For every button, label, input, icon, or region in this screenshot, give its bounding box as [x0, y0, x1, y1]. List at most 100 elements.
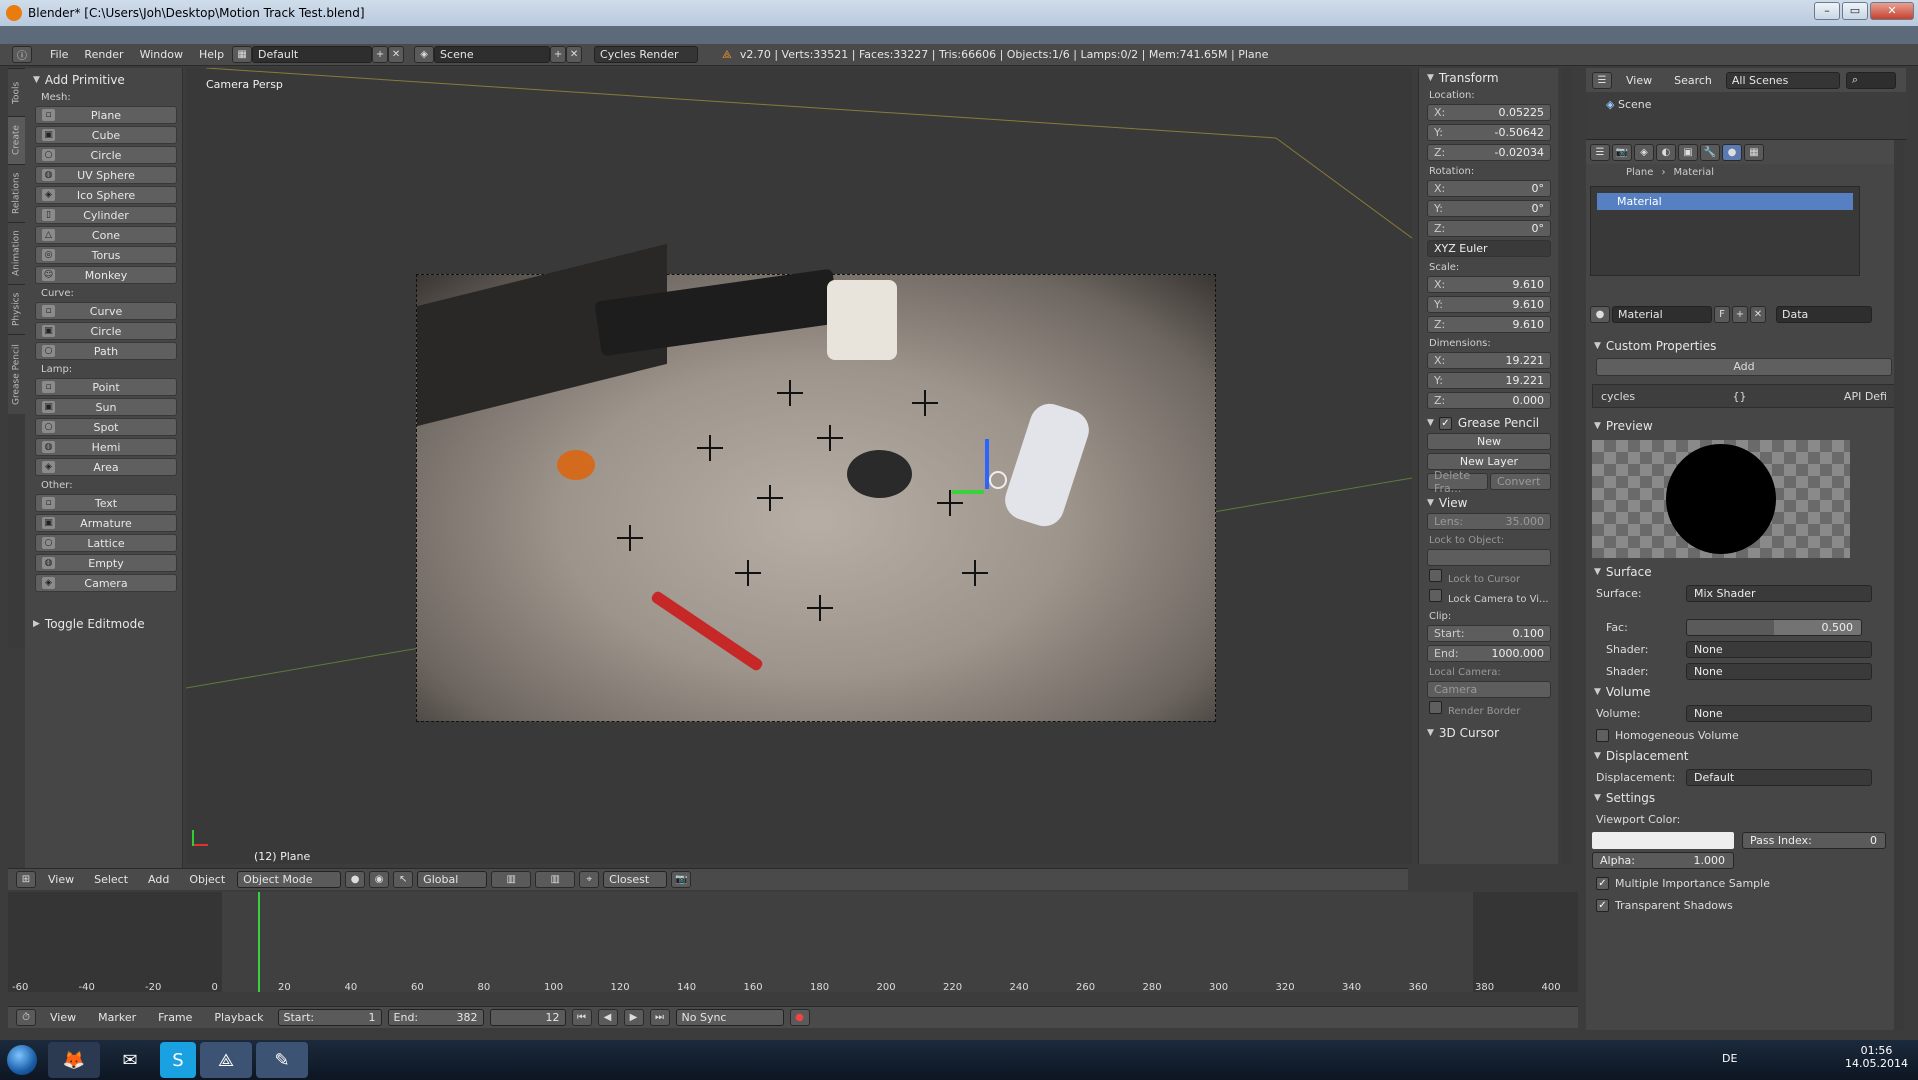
rotation-x-field[interactable]: X: 0°	[1427, 180, 1551, 197]
alpha-field[interactable]: Alpha: 1.000	[1592, 852, 1734, 869]
play-icon[interactable]: ▶	[623, 1009, 644, 1026]
outliner-scenes-dropdown[interactable]: All Scenes	[1725, 71, 1840, 89]
layers-icon-2[interactable]: ▥	[535, 871, 576, 888]
close-button[interactable]: ✕	[1870, 2, 1914, 20]
render-engine-dropdown[interactable]: Cycles Render	[594, 46, 699, 63]
3d-cursor-header[interactable]: ▼ 3D Cursor	[1419, 723, 1558, 743]
add-lattice-button[interactable]: ○ Lattice	[35, 534, 177, 552]
breadcrumb-plane[interactable]: Plane	[1626, 167, 1653, 178]
clip-start-field[interactable]: Start: 0.100	[1427, 625, 1551, 642]
render-border-row[interactable]: Render Border	[1419, 701, 1558, 717]
toggle-editmode-header[interactable]: ▶ Toggle Editmode	[25, 614, 182, 634]
sync-dropdown[interactable]: No Sync	[675, 1009, 784, 1026]
shading-icon[interactable]: ●	[345, 871, 366, 888]
transform-header[interactable]: ▼ Transform	[1419, 68, 1558, 88]
tab-tools[interactable]: Tools	[8, 68, 25, 116]
layout-icon[interactable]: ▦	[232, 46, 253, 63]
paint-icon[interactable]: ✎	[256, 1042, 308, 1078]
convert-button[interactable]: Convert	[1490, 473, 1551, 490]
shader2-dropdown[interactable]: None	[1686, 662, 1872, 680]
layout-add-icon[interactable]: +	[372, 46, 389, 63]
material-name-field[interactable]: Material	[1612, 306, 1712, 323]
properties-editor-icon[interactable]: ☰	[1590, 143, 1610, 161]
record-icon[interactable]: ●	[789, 1009, 810, 1026]
current-frame-field[interactable]: 12	[489, 1009, 566, 1026]
homogeneous-row[interactable]: Homogeneous Volume	[1586, 724, 1902, 746]
add-cylinder-button[interactable]: ▯ Cylinder	[35, 206, 177, 224]
maximize-button[interactable]: ▭	[1842, 2, 1868, 20]
layers-icon[interactable]: ▥	[491, 871, 532, 888]
rotation-z-field[interactable]: Z: 0°	[1427, 220, 1551, 237]
material-slots-list[interactable]: Material	[1590, 186, 1860, 276]
camera-field[interactable]: Camera	[1427, 681, 1551, 698]
firefox-icon[interactable]: 🦊	[48, 1042, 100, 1078]
end-frame-field[interactable]: End: 382	[387, 1009, 484, 1026]
add-text-button[interactable]: ▫ Text	[35, 494, 177, 512]
material-add-icon[interactable]: +	[1732, 306, 1748, 323]
outliner-menu-search[interactable]: Search	[1666, 74, 1720, 87]
scale-x-field[interactable]: X: 9.610	[1427, 276, 1551, 293]
add-cone-button[interactable]: △ Cone	[35, 226, 177, 244]
custom-props-header[interactable]: ▼ Custom Properties	[1586, 336, 1902, 356]
messenger-icon[interactable]: ✉	[104, 1042, 156, 1078]
3d-viewport[interactable]: Camera Persp (12) Plane	[186, 68, 1412, 864]
add-armature-button[interactable]: ▣ Armature	[35, 514, 177, 532]
outliner-editor-icon[interactable]: ☰	[1592, 71, 1612, 89]
scene-field[interactable]: Scene	[434, 46, 551, 63]
scale-y-field[interactable]: Y: 9.610	[1427, 296, 1551, 313]
material-unlink-icon[interactable]: ✕	[1750, 306, 1766, 323]
timeline-menu-playback[interactable]: Playback	[206, 1011, 271, 1024]
jump-start-icon[interactable]: ⏮	[571, 1009, 592, 1026]
snap-icon[interactable]: ⌖	[579, 871, 600, 888]
add-cube-button[interactable]: ▣ Cube	[35, 126, 177, 144]
menu-object[interactable]: Object	[181, 873, 233, 886]
clock[interactable]: 01:56 14.05.2014	[1845, 1044, 1908, 1070]
skype-icon[interactable]: S	[160, 1042, 196, 1078]
material-slot[interactable]: Material	[1597, 193, 1853, 210]
add-circle-button[interactable]: ○ Circle	[35, 146, 177, 164]
dimensions-x-field[interactable]: X: 19.221	[1427, 352, 1551, 369]
outliner-search-icon[interactable]: ⌕	[1845, 71, 1896, 89]
render-icon[interactable]: 📷	[671, 871, 692, 888]
fac-slider[interactable]: 0.500	[1686, 618, 1862, 636]
volume-dropdown[interactable]: None	[1686, 704, 1872, 722]
menu-help[interactable]: Help	[191, 48, 232, 61]
pass-index-field[interactable]: Pass Index: 0	[1742, 832, 1886, 849]
rotation-y-field[interactable]: Y: 0°	[1427, 200, 1551, 217]
timeline-editor-icon[interactable]: ⏱	[16, 1009, 36, 1026]
scene-remove-icon[interactable]: ✕	[566, 46, 583, 63]
euler-dropdown[interactable]: XYZ Euler	[1427, 240, 1551, 257]
surface-header[interactable]: ▼ Surface	[1586, 562, 1902, 582]
add-ico-sphere-button[interactable]: ◈ Ico Sphere	[35, 186, 177, 204]
jump-end-icon[interactable]: ⏭	[649, 1009, 670, 1026]
material-sphere-icon[interactable]: ●	[1590, 306, 1610, 323]
transparent-shadows-row[interactable]: ✓ Transparent Shadows	[1586, 894, 1902, 916]
timeline[interactable]: -60 -40 -20 0 20 40 60 80 100 120 140 160 180 200 220 2…	[8, 892, 1578, 993]
outliner-scene-row[interactable]: ◈ Scene	[1586, 92, 1906, 117]
link-data-dropdown[interactable]: Data	[1776, 306, 1872, 323]
lens-field[interactable]: Lens: 35.000	[1427, 513, 1551, 530]
timeline-menu-marker[interactable]: Marker	[90, 1011, 144, 1024]
add-circle-button[interactable]: ▣ Circle	[35, 322, 177, 340]
add-monkey-button[interactable]: ☺ Monkey	[35, 266, 177, 284]
add-curve-button[interactable]: ▫ Curve	[35, 302, 177, 320]
snap-dropdown[interactable]: Closest	[603, 871, 668, 888]
scene-tab-icon[interactable]: ◈	[1634, 143, 1654, 161]
menu-window[interactable]: Window	[132, 48, 191, 61]
scene-icon[interactable]: ◈	[414, 46, 435, 63]
world-tab-icon[interactable]: ◐	[1656, 143, 1676, 161]
manipulator-icon[interactable]: ↖	[393, 871, 414, 888]
new-layer-button[interactable]: New Layer	[1427, 453, 1551, 470]
lock-object-field[interactable]	[1427, 549, 1551, 566]
minimize-button[interactable]: –	[1814, 2, 1840, 20]
tab-grease-pencil[interactable]: Grease Pencil	[8, 334, 25, 414]
menu-select[interactable]: Select	[86, 873, 136, 886]
orientation-dropdown[interactable]: Global	[417, 871, 488, 888]
dimensions-z-field[interactable]: Z: 0.000	[1427, 392, 1551, 409]
displacement-header[interactable]: ▼ Displacement	[1586, 746, 1902, 766]
material-tab-icon[interactable]: ●	[1722, 143, 1742, 161]
tab-physics[interactable]: Physics	[8, 284, 25, 334]
menu-view[interactable]: View	[40, 873, 82, 886]
scene-add-icon[interactable]: +	[550, 46, 567, 63]
tab-relations[interactable]: Relations	[8, 164, 25, 222]
